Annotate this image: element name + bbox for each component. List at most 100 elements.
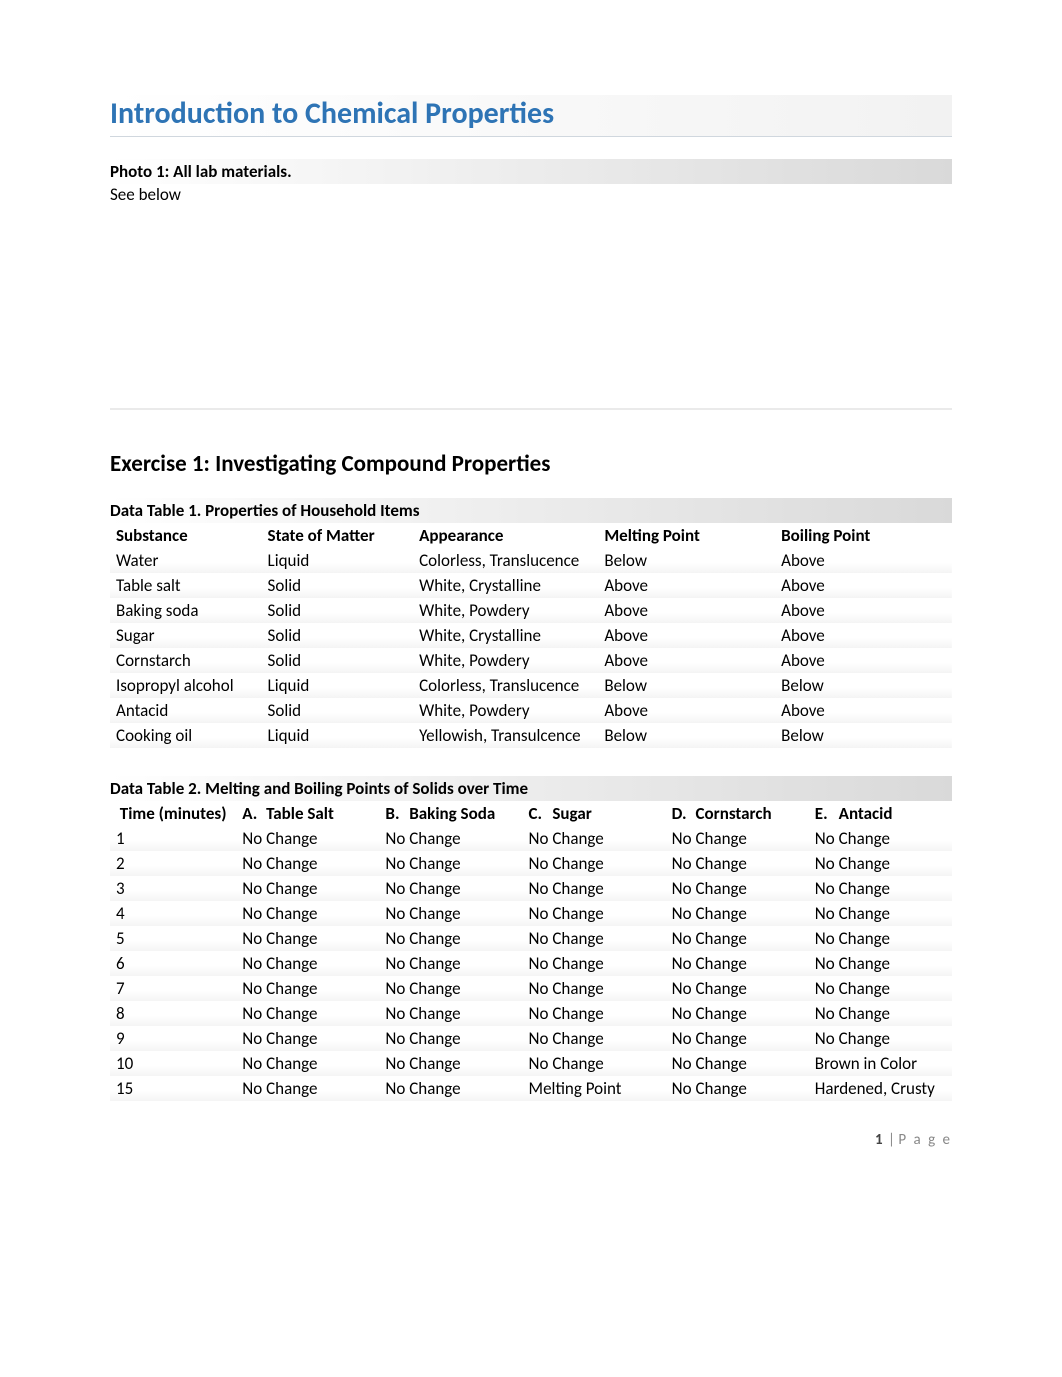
table-row: 4No ChangeNo ChangeNo ChangeNo ChangeNo …	[110, 901, 952, 926]
table2-title: Data Table 2. Melting and Boiling Points…	[110, 776, 952, 801]
table-row: Cooking oilLiquidYellowish, Transulcence…	[110, 723, 952, 748]
table-cell: Liquid	[262, 548, 414, 573]
table-cell: No Change	[666, 1001, 809, 1026]
table1-header: Appearance	[413, 523, 598, 548]
table-cell: 6	[110, 951, 236, 976]
table-cell: No Change	[809, 1001, 952, 1026]
page-number: 1	[875, 1131, 883, 1149]
table-row: WaterLiquidColorless, TranslucenceBelowA…	[110, 548, 952, 573]
table-cell: No Change	[523, 1001, 666, 1026]
table2-header: D. Cornstarch	[666, 801, 809, 826]
table-cell: Above	[775, 548, 952, 573]
table1: Substance State of Matter Appearance Mel…	[110, 523, 952, 748]
table2-header: B. Baking Soda	[379, 801, 522, 826]
table-cell: No Change	[666, 876, 809, 901]
table-cell: Liquid	[262, 723, 414, 748]
table-cell: Above	[775, 573, 952, 598]
table-cell: White, Powdery	[413, 698, 598, 723]
table-cell: No Change	[666, 851, 809, 876]
table-cell: No Change	[379, 1076, 522, 1101]
table-cell: Sugar	[110, 623, 262, 648]
page-footer: 1 | P a g e	[110, 1131, 952, 1149]
table-cell: No Change	[666, 926, 809, 951]
table-cell: Yellowish, Transulcence	[413, 723, 598, 748]
table-cell: No Change	[523, 901, 666, 926]
table-cell: Baking soda	[110, 598, 262, 623]
table-row: Isopropyl alcoholLiquidColorless, Transl…	[110, 673, 952, 698]
table-row: Baking sodaSolidWhite, PowderyAboveAbove	[110, 598, 952, 623]
table-cell: No Change	[523, 926, 666, 951]
table-cell: 2	[110, 851, 236, 876]
table-cell: No Change	[523, 951, 666, 976]
table-cell: Colorless, Translucence	[413, 548, 598, 573]
table-cell: No Change	[809, 1026, 952, 1051]
table-cell: No Change	[236, 1026, 379, 1051]
table-cell: Above	[775, 698, 952, 723]
table-cell: Water	[110, 548, 262, 573]
table-cell: No Change	[236, 826, 379, 851]
table-cell: Above	[775, 598, 952, 623]
table2-header-row: Time (minutes) A. Table Salt B. Baking S…	[110, 801, 952, 826]
table-cell: No Change	[379, 1026, 522, 1051]
table-cell: No Change	[523, 876, 666, 901]
table-cell: No Change	[666, 1051, 809, 1076]
exercise-title: Exercise 1: Investigating Compound Prope…	[110, 450, 952, 478]
table-cell: Below	[598, 723, 775, 748]
table-cell: Below	[598, 673, 775, 698]
table-cell: Below	[775, 673, 952, 698]
table-cell: No Change	[666, 901, 809, 926]
table-cell: No Change	[809, 876, 952, 901]
table-cell: No Change	[236, 1001, 379, 1026]
table-cell: Hardened, Crusty	[809, 1076, 952, 1101]
table1-header: Boiling Point	[775, 523, 952, 548]
table-row: AntacidSolidWhite, PowderyAboveAbove	[110, 698, 952, 723]
table-cell: 1	[110, 826, 236, 851]
table-cell: 7	[110, 976, 236, 1001]
table-cell: No Change	[379, 876, 522, 901]
photo-note: See below	[110, 184, 952, 205]
table-row: 9No ChangeNo ChangeNo ChangeNo ChangeNo …	[110, 1026, 952, 1051]
table-cell: Liquid	[262, 673, 414, 698]
table1-header: Melting Point	[598, 523, 775, 548]
table-cell: No Change	[809, 976, 952, 1001]
table-row: Table saltSolidWhite, CrystallineAboveAb…	[110, 573, 952, 598]
photo-caption: Photo 1: All lab materials.	[110, 159, 952, 184]
table-cell: Solid	[262, 598, 414, 623]
photo-placeholder	[110, 215, 952, 410]
table-cell: White, Crystalline	[413, 573, 598, 598]
table-cell: Above	[775, 648, 952, 673]
table-cell: No Change	[523, 826, 666, 851]
table-cell: No Change	[379, 901, 522, 926]
table-row: 7No ChangeNo ChangeNo ChangeNo ChangeNo …	[110, 976, 952, 1001]
table-cell: No Change	[379, 1001, 522, 1026]
table-cell: Melting Point	[523, 1076, 666, 1101]
table-cell: No Change	[236, 901, 379, 926]
table-cell: No Change	[809, 951, 952, 976]
table-row: 15No ChangeNo ChangeMelting PointNo Chan…	[110, 1076, 952, 1101]
table-cell: Below	[775, 723, 952, 748]
table-row: 3No ChangeNo ChangeNo ChangeNo ChangeNo …	[110, 876, 952, 901]
table-cell: Solid	[262, 648, 414, 673]
table2-header: E. Antacid	[809, 801, 952, 826]
table-row: 1No ChangeNo ChangeNo ChangeNo ChangeNo …	[110, 826, 952, 851]
table2: Time (minutes) A. Table Salt B. Baking S…	[110, 801, 952, 1101]
table-cell: White, Powdery	[413, 648, 598, 673]
table-cell: No Change	[236, 1076, 379, 1101]
table-cell: Solid	[262, 573, 414, 598]
page-label: P a g e	[898, 1131, 952, 1149]
table-cell: No Change	[523, 1051, 666, 1076]
table-cell: 10	[110, 1051, 236, 1076]
table-cell: No Change	[666, 1076, 809, 1101]
table-cell: 5	[110, 926, 236, 951]
table-row: 2No ChangeNo ChangeNo ChangeNo ChangeNo …	[110, 851, 952, 876]
table-cell: No Change	[666, 1026, 809, 1051]
table-cell: No Change	[809, 826, 952, 851]
table-cell: Above	[598, 698, 775, 723]
table-cell: No Change	[666, 976, 809, 1001]
table1-header: State of Matter	[262, 523, 414, 548]
table-cell: No Change	[236, 976, 379, 1001]
table-cell: No Change	[236, 1051, 379, 1076]
table-row: CornstarchSolidWhite, PowderyAboveAbove	[110, 648, 952, 673]
table-cell: No Change	[523, 851, 666, 876]
table-cell: Above	[598, 623, 775, 648]
